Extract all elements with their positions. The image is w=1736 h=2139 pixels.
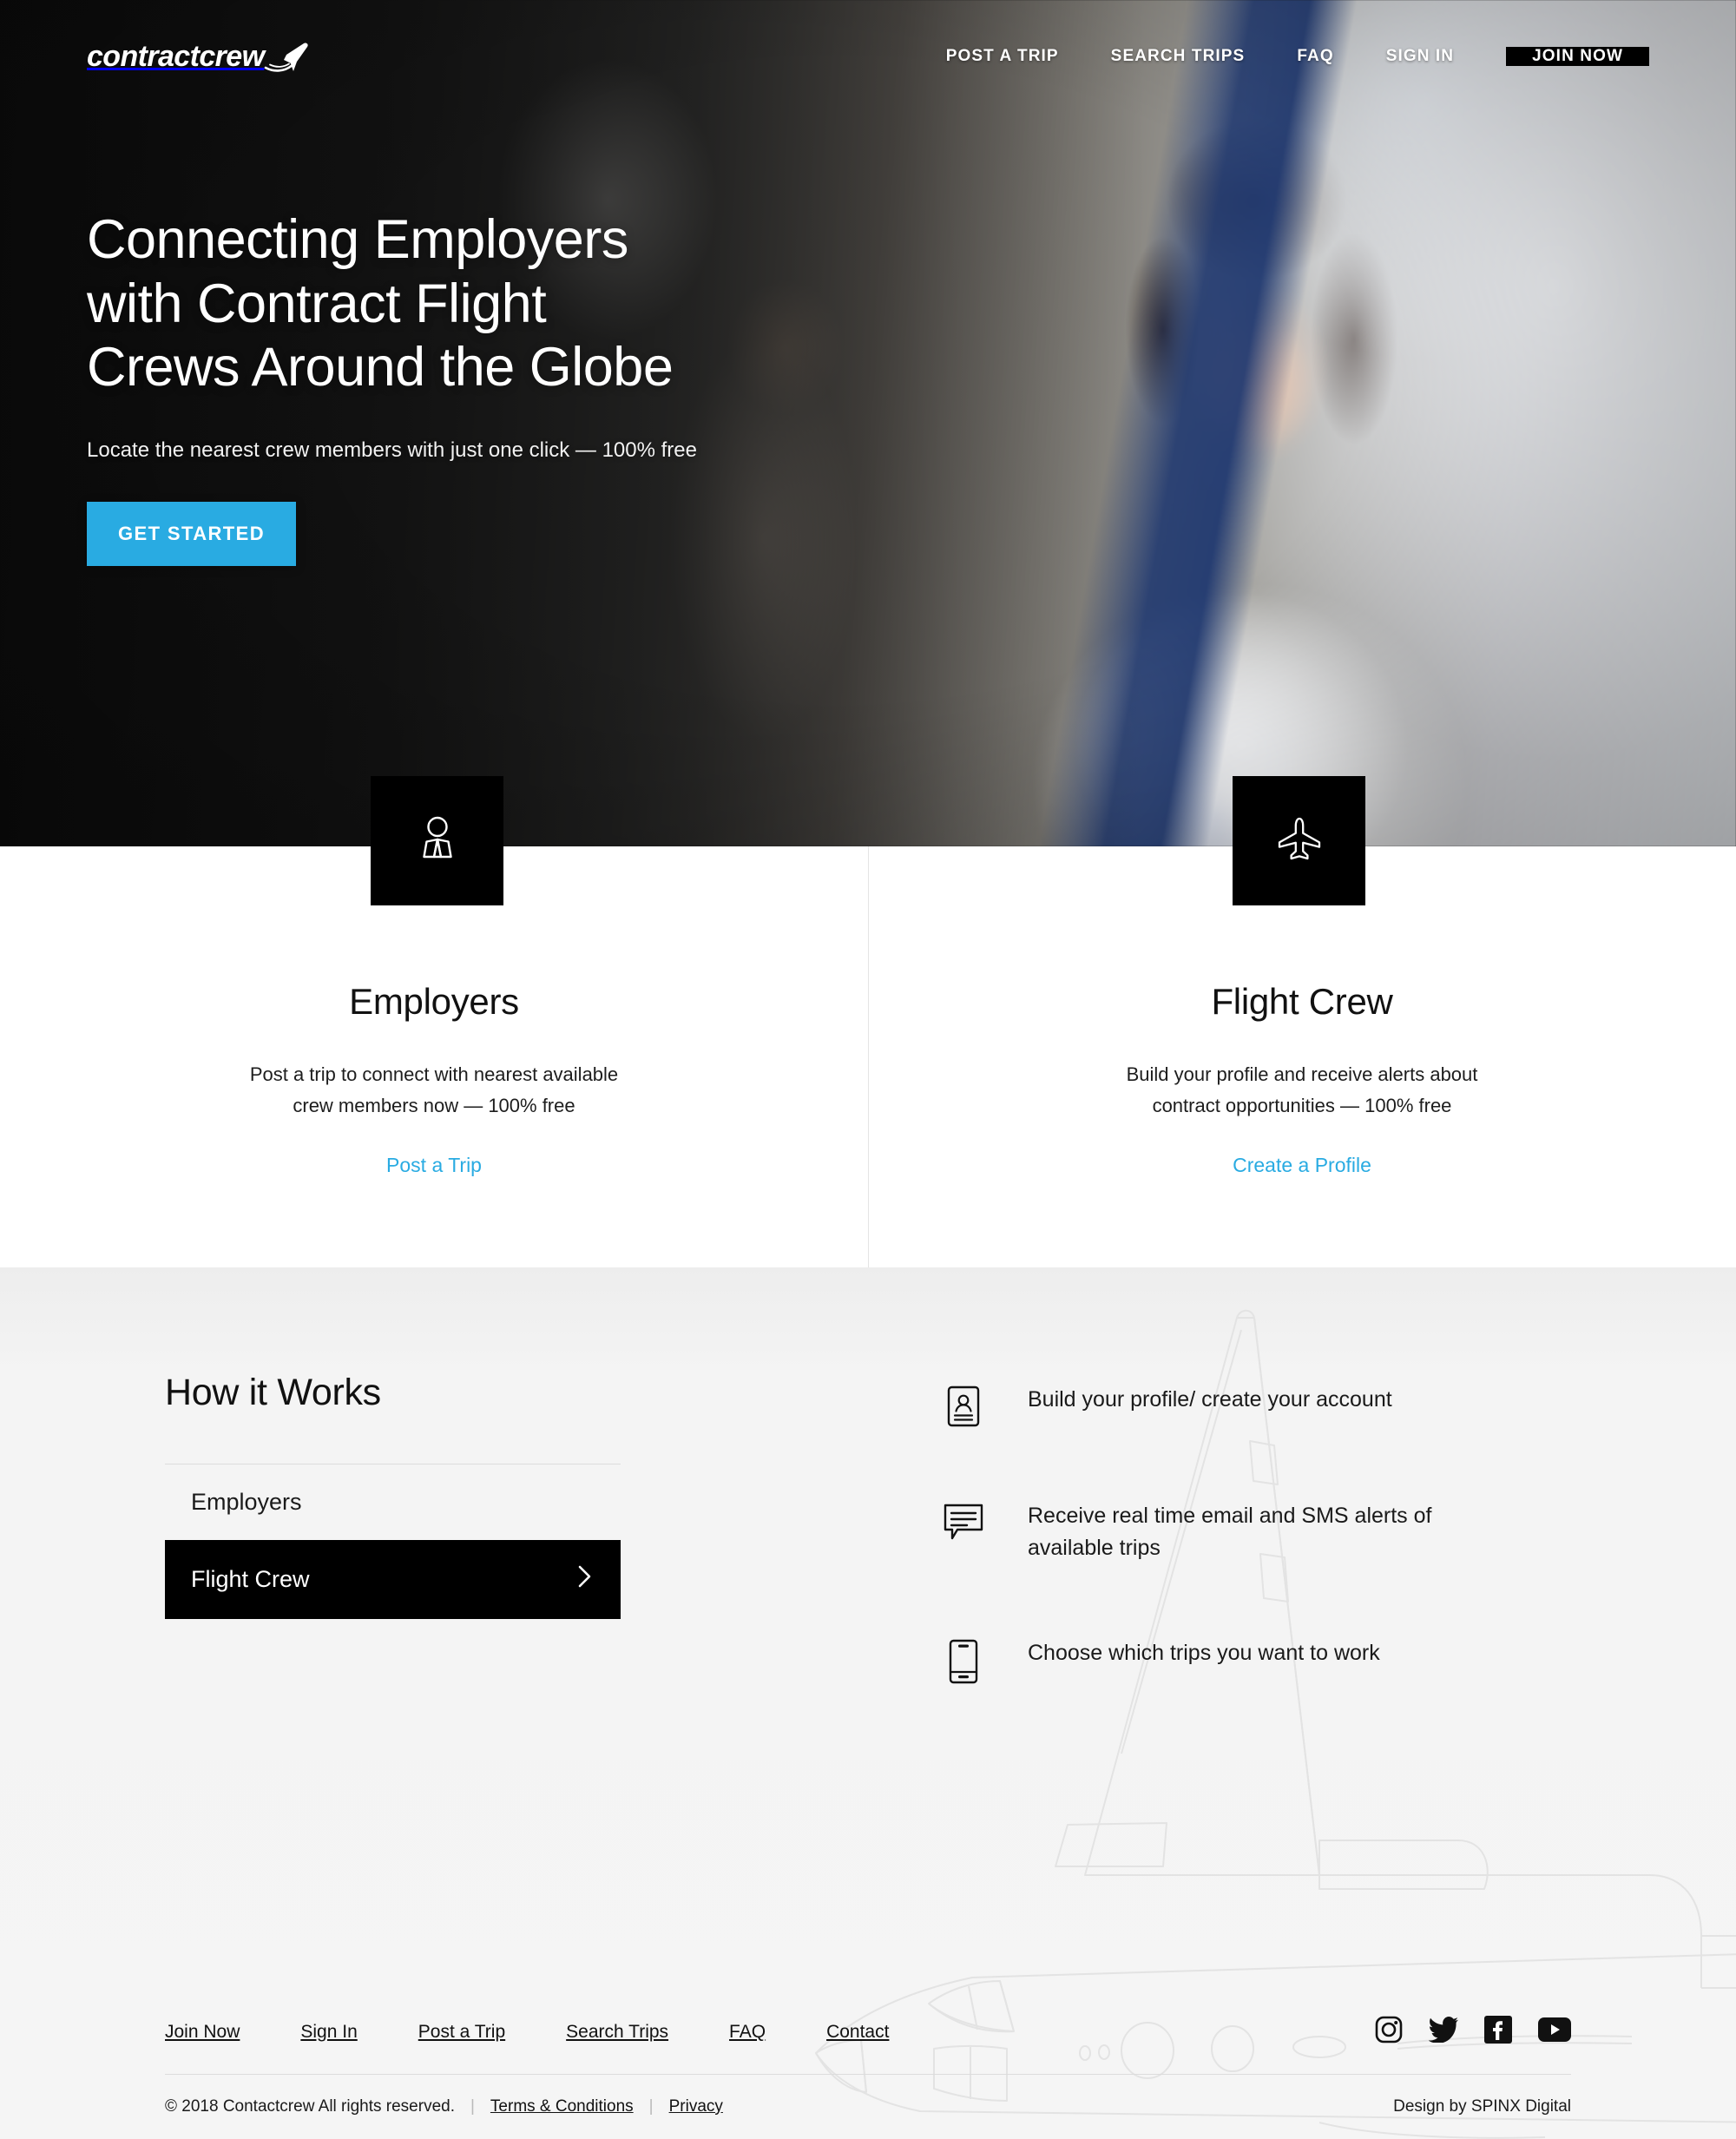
hero-title: Connecting Employers with Contract Fligh… bbox=[87, 208, 955, 400]
step-item: Receive real time email and SMS alerts o… bbox=[937, 1500, 1514, 1564]
separator: | bbox=[470, 2097, 475, 2116]
join-now-button[interactable]: JOIN NOW bbox=[1506, 47, 1649, 66]
employers-badge bbox=[371, 776, 503, 905]
footer-link-search-trips[interactable]: Search Trips bbox=[566, 2022, 668, 2043]
post-a-trip-link[interactable]: Post a Trip bbox=[386, 1154, 482, 1177]
youtube-icon[interactable] bbox=[1538, 2017, 1571, 2046]
hero-title-line-3: Crews Around the Globe bbox=[87, 337, 674, 398]
separator: | bbox=[648, 2097, 654, 2116]
twitter-icon[interactable] bbox=[1428, 2017, 1458, 2047]
card-flight-crew: Flight Crew Build your profile and recei… bbox=[868, 776, 1736, 1267]
how-it-works-tabs-panel: How it Works Employers Flight Crew bbox=[165, 1372, 621, 1684]
get-started-button[interactable]: GET STARTED bbox=[87, 502, 296, 567]
footer-link-contact[interactable]: Contact bbox=[826, 2022, 889, 2043]
card-description-line-2: contract opportunities — 100% free bbox=[1152, 1094, 1452, 1116]
facebook-icon[interactable] bbox=[1484, 2016, 1512, 2048]
copyright-text: © 2018 Contactcrew All rights reserved. bbox=[165, 2097, 455, 2116]
hero-title-line-1: Connecting Employers bbox=[87, 209, 628, 270]
card-description: Build your profile and receive alerts ab… bbox=[1127, 1059, 1478, 1121]
step-text: Build your profile/ create your account bbox=[1028, 1387, 1392, 1412]
mobile-phone-icon bbox=[937, 1637, 990, 1684]
design-credit: Design by SPINX Digital bbox=[1393, 2097, 1571, 2116]
tab-employers[interactable]: Employers bbox=[165, 1464, 621, 1540]
landing-page: contractcrew POST A TRIP SEARCH TRIPS FA… bbox=[0, 0, 1736, 2139]
chat-bubble-icon bbox=[937, 1500, 990, 1542]
hero-section: contractcrew POST A TRIP SEARCH TRIPS FA… bbox=[0, 0, 1736, 846]
privacy-link[interactable]: Privacy bbox=[669, 2097, 723, 2116]
footer-link-join-now[interactable]: Join Now bbox=[165, 2022, 240, 2043]
card-description-line-2: crew members now — 100% free bbox=[293, 1094, 575, 1116]
step-item: Build your profile/ create your account bbox=[937, 1384, 1514, 1427]
footer-top-row: Join Now Sign In Post a Trip Search Trip… bbox=[165, 2016, 1571, 2074]
card-title: Flight Crew bbox=[1211, 981, 1393, 1022]
airplane-icon bbox=[260, 43, 311, 76]
step-item: Choose which trips you want to work bbox=[937, 1637, 1514, 1684]
footer-bottom-row: © 2018 Contactcrew All rights reserved. … bbox=[165, 2075, 1571, 2139]
primary-nav: POST A TRIP SEARCH TRIPS FAQ SIGN IN JOI… bbox=[920, 47, 1649, 66]
hero-content: Connecting Employers with Contract Fligh… bbox=[87, 208, 955, 567]
hero-subtitle: Locate the nearest crew members with jus… bbox=[87, 438, 697, 463]
card-description: Post a trip to connect with nearest avai… bbox=[250, 1059, 618, 1121]
id-card-icon bbox=[937, 1384, 990, 1427]
step-text: Choose which trips you want to work bbox=[1028, 1641, 1380, 1665]
flight-crew-badge bbox=[1233, 776, 1365, 905]
how-it-works-section: How it Works Employers Flight Crew Build… bbox=[0, 1267, 1736, 2139]
step-text: Receive real time email and SMS alerts o… bbox=[1028, 1504, 1432, 1560]
businessman-icon bbox=[411, 812, 464, 870]
create-a-profile-link[interactable]: Create a Profile bbox=[1233, 1154, 1371, 1177]
hero-title-line-2: with Contract Flight bbox=[87, 273, 547, 334]
how-it-works-steps: Build your profile/ create your account … bbox=[937, 1372, 1514, 1684]
footer-link-sign-in[interactable]: Sign In bbox=[300, 2022, 357, 2043]
tab-label: Flight Crew bbox=[191, 1566, 310, 1592]
nav-item-sign-in[interactable]: SIGN IN bbox=[1360, 47, 1480, 66]
card-description-line-1: Build your profile and receive alerts ab… bbox=[1126, 1063, 1478, 1085]
nav-item-search-trips[interactable]: SEARCH TRIPS bbox=[1085, 47, 1272, 66]
chevron-right-icon bbox=[577, 1564, 593, 1595]
audience-cards-section: Employers Post a trip to connect with ne… bbox=[0, 776, 1736, 1267]
card-description-line-1: Post a trip to connect with nearest avai… bbox=[249, 1063, 619, 1085]
top-navigation-bar: contractcrew POST A TRIP SEARCH TRIPS FA… bbox=[0, 0, 1736, 113]
footer-link-post-a-trip[interactable]: Post a Trip bbox=[418, 2022, 505, 2043]
how-it-works-heading: How it Works bbox=[165, 1372, 381, 1413]
footer-links: Join Now Sign In Post a Trip Search Trip… bbox=[165, 2022, 950, 2043]
site-footer: Join Now Sign In Post a Trip Search Trip… bbox=[0, 2016, 1736, 2139]
card-employers: Employers Post a trip to connect with ne… bbox=[0, 776, 868, 1267]
instagram-icon[interactable] bbox=[1375, 2016, 1403, 2048]
site-logo[interactable]: contractcrew bbox=[87, 37, 311, 76]
tab-label: Employers bbox=[191, 1489, 302, 1515]
nav-item-post-a-trip[interactable]: POST A TRIP bbox=[920, 47, 1085, 66]
footer-link-faq[interactable]: FAQ bbox=[729, 2022, 766, 2043]
social-links bbox=[1375, 2016, 1571, 2048]
airplane-icon bbox=[1272, 812, 1326, 870]
nav-item-faq[interactable]: FAQ bbox=[1271, 47, 1359, 66]
card-title: Employers bbox=[349, 981, 519, 1022]
tab-flight-crew[interactable]: Flight Crew bbox=[165, 1540, 621, 1619]
terms-and-conditions-link[interactable]: Terms & Conditions bbox=[490, 2097, 634, 2116]
how-it-works-content: How it Works Employers Flight Crew Build… bbox=[0, 1267, 1736, 1684]
logo-wordmark: contractcrew bbox=[87, 40, 265, 73]
